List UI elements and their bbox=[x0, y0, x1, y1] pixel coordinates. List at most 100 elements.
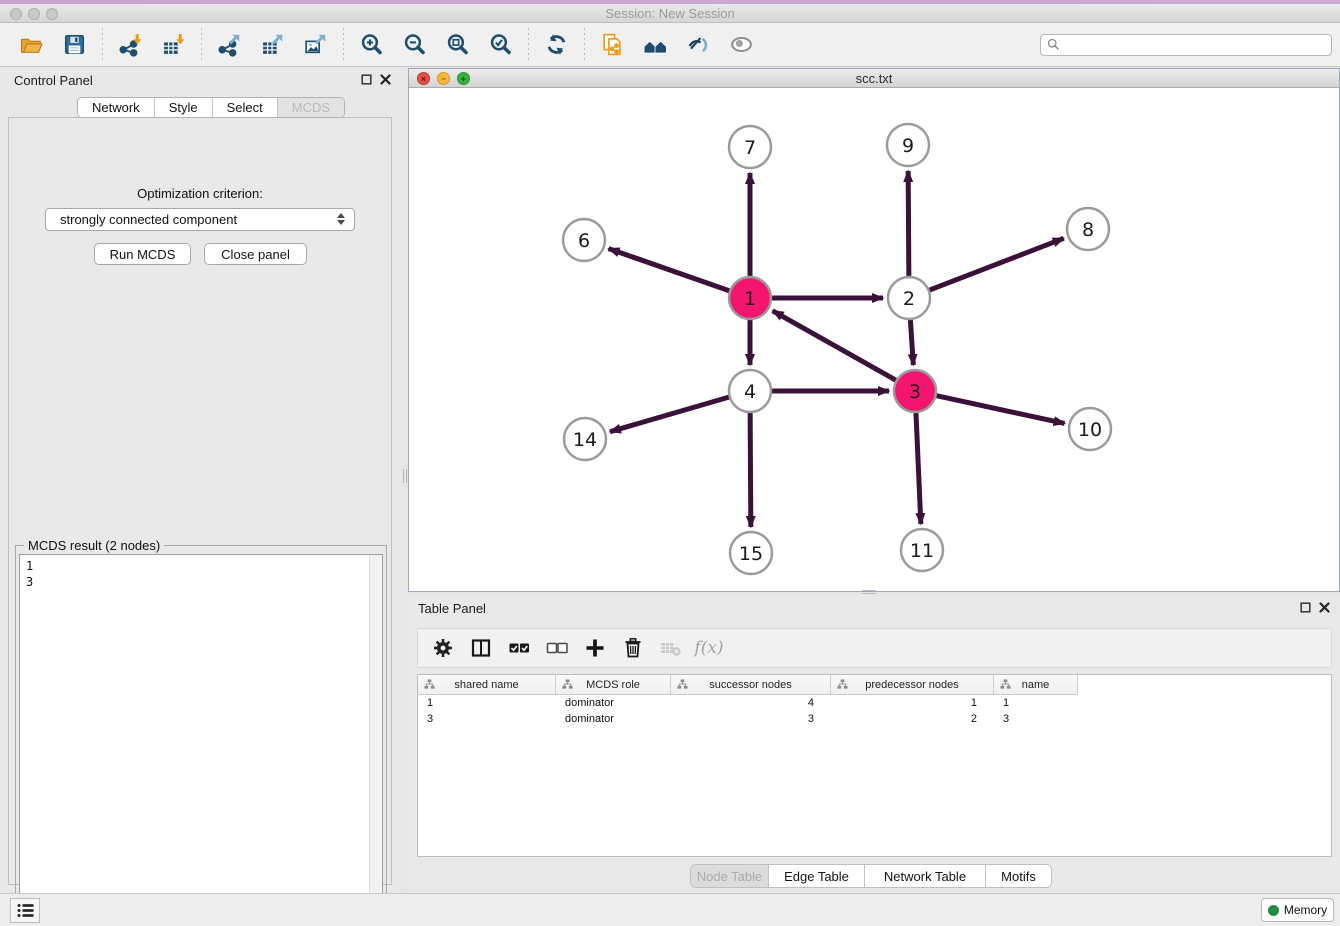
export-network-button[interactable] bbox=[216, 30, 243, 60]
column-header-predecessor-nodes[interactable]: predecessor nodes bbox=[831, 675, 994, 695]
tab-select[interactable]: Select bbox=[213, 98, 278, 117]
show-all-columns-button[interactable] bbox=[504, 633, 534, 663]
hide-all-columns-button[interactable] bbox=[542, 633, 572, 663]
close-panel-icon[interactable] bbox=[380, 74, 391, 85]
network-graph[interactable]: 7 9 6 8 1 2 4 3 14 10 15 11 bbox=[409, 88, 1339, 592]
close-panel-button[interactable]: Close panel bbox=[204, 243, 307, 265]
edge-2-8[interactable] bbox=[930, 238, 1064, 290]
close-panel-icon[interactable] bbox=[1319, 602, 1330, 613]
network-canvas[interactable]: 7 9 6 8 1 2 4 3 14 10 15 11 bbox=[409, 88, 1339, 591]
new-network-from-selection-button[interactable] bbox=[599, 30, 626, 60]
clone-network-icon bbox=[600, 32, 625, 57]
table-cell[interactable]: 1 bbox=[994, 695, 1078, 711]
search-input[interactable] bbox=[1064, 38, 1325, 52]
column-header-name[interactable]: name bbox=[994, 675, 1078, 695]
toggle-graphics-details-button[interactable] bbox=[728, 30, 755, 60]
result-scrollbar[interactable] bbox=[369, 555, 382, 920]
toggle-column-display-button[interactable] bbox=[466, 633, 496, 663]
node-8[interactable]: 8 bbox=[1067, 208, 1109, 250]
search-box[interactable] bbox=[1040, 34, 1332, 56]
show-style-button[interactable] bbox=[685, 30, 712, 60]
node-label: 1 bbox=[744, 288, 756, 310]
tab-style[interactable]: Style bbox=[155, 98, 213, 117]
vertical-splitter-grip[interactable] bbox=[403, 469, 407, 483]
column-header-MCDS-role[interactable]: MCDS role bbox=[556, 675, 671, 695]
node-label: 7 bbox=[744, 137, 756, 159]
refresh-icon bbox=[544, 32, 569, 57]
zoom-out-button[interactable] bbox=[401, 30, 428, 60]
add-column-button[interactable] bbox=[580, 633, 610, 663]
zoom-fit-button[interactable] bbox=[444, 30, 471, 60]
save-session-button[interactable] bbox=[61, 30, 88, 60]
node-15[interactable]: 15 bbox=[730, 532, 772, 574]
edge-3-11[interactable] bbox=[916, 413, 921, 524]
table-cell[interactable]: 3 bbox=[671, 711, 831, 727]
zoom-selected-button[interactable] bbox=[487, 30, 514, 60]
node-2[interactable]: 2 bbox=[888, 277, 930, 319]
export-table-button[interactable] bbox=[259, 30, 286, 60]
mcds-result-textarea[interactable]: 1 3 bbox=[19, 554, 383, 921]
status-bar: Memory bbox=[0, 893, 1340, 926]
node-1[interactable]: 1 bbox=[729, 277, 771, 319]
float-panel-icon[interactable] bbox=[1300, 602, 1311, 613]
edge-1-6[interactable] bbox=[609, 249, 730, 291]
table-cell[interactable]: 4 bbox=[671, 695, 831, 711]
columns-icon bbox=[469, 636, 493, 660]
node-label: 10 bbox=[1078, 419, 1102, 441]
memory-button[interactable]: Memory bbox=[1261, 898, 1334, 922]
memory-status-icon bbox=[1268, 905, 1279, 916]
export-image-button[interactable] bbox=[302, 30, 329, 60]
zoom-in-button[interactable] bbox=[358, 30, 385, 60]
first-neighbors-button[interactable] bbox=[642, 30, 669, 60]
node-6[interactable]: 6 bbox=[563, 219, 605, 261]
tab-mcds[interactable]: MCDS bbox=[278, 98, 344, 117]
plus-icon bbox=[583, 636, 607, 660]
node-3[interactable]: 3 bbox=[894, 370, 936, 412]
table-cell[interactable]: 3 bbox=[418, 711, 556, 727]
edge-2-3[interactable] bbox=[910, 320, 913, 365]
table-cell[interactable]: dominator bbox=[556, 711, 671, 727]
edge-2-9[interactable] bbox=[908, 171, 909, 276]
sort-column-icon bbox=[1000, 679, 1011, 690]
tab-network-table[interactable]: Network Table bbox=[865, 865, 986, 887]
tab-network[interactable]: Network bbox=[78, 98, 155, 117]
column-header-shared-name[interactable]: shared name bbox=[418, 675, 556, 695]
table-cell[interactable]: 1 bbox=[418, 695, 556, 711]
table-cell[interactable]: 3 bbox=[994, 711, 1078, 727]
node-11[interactable]: 11 bbox=[901, 529, 943, 571]
column-header-successor-nodes[interactable]: successor nodes bbox=[671, 675, 831, 695]
optimization-criterion-dropdown[interactable]: strongly connected component bbox=[45, 208, 355, 231]
import-network-button[interactable] bbox=[117, 30, 144, 60]
float-panel-icon[interactable] bbox=[361, 74, 372, 85]
tab-node-table[interactable]: Node Table bbox=[691, 865, 769, 887]
edge-4-15[interactable] bbox=[750, 413, 751, 527]
table-row[interactable]: 3dominator323 bbox=[418, 711, 1331, 727]
table-settings-button[interactable] bbox=[428, 633, 458, 663]
table-cell[interactable]: 2 bbox=[831, 711, 994, 727]
horizontal-splitter-grip[interactable] bbox=[862, 590, 876, 594]
node-7[interactable]: 7 bbox=[729, 126, 771, 168]
node-14[interactable]: 14 bbox=[564, 418, 606, 460]
gear-icon bbox=[431, 636, 455, 660]
edge-3-1[interactable] bbox=[773, 311, 896, 380]
node-label: 8 bbox=[1082, 219, 1094, 241]
edge-3-10[interactable] bbox=[936, 396, 1064, 424]
show-hide-panels-button[interactable] bbox=[10, 898, 40, 923]
import-table-button[interactable] bbox=[160, 30, 187, 60]
window-title: Session: New Session bbox=[0, 6, 1340, 21]
node-4[interactable]: 4 bbox=[729, 370, 771, 412]
table-row[interactable]: 1dominator411 bbox=[418, 695, 1331, 711]
edge-4-14[interactable] bbox=[610, 397, 729, 432]
delete-columns-button[interactable] bbox=[618, 633, 648, 663]
toolbar-separator bbox=[343, 28, 344, 62]
tab-edge-table[interactable]: Edge Table bbox=[769, 865, 865, 887]
apply-preferred-layout-button[interactable] bbox=[543, 30, 570, 60]
table-cell[interactable]: dominator bbox=[556, 695, 671, 711]
tab-motifs[interactable]: Motifs bbox=[986, 865, 1051, 887]
network-window-titlebar[interactable]: × − + scc.txt bbox=[409, 69, 1339, 88]
node-10[interactable]: 10 bbox=[1069, 408, 1111, 450]
table-cell[interactable]: 1 bbox=[831, 695, 994, 711]
open-session-button[interactable] bbox=[18, 30, 45, 60]
run-mcds-button[interactable]: Run MCDS bbox=[94, 243, 191, 265]
node-9[interactable]: 9 bbox=[887, 124, 929, 166]
